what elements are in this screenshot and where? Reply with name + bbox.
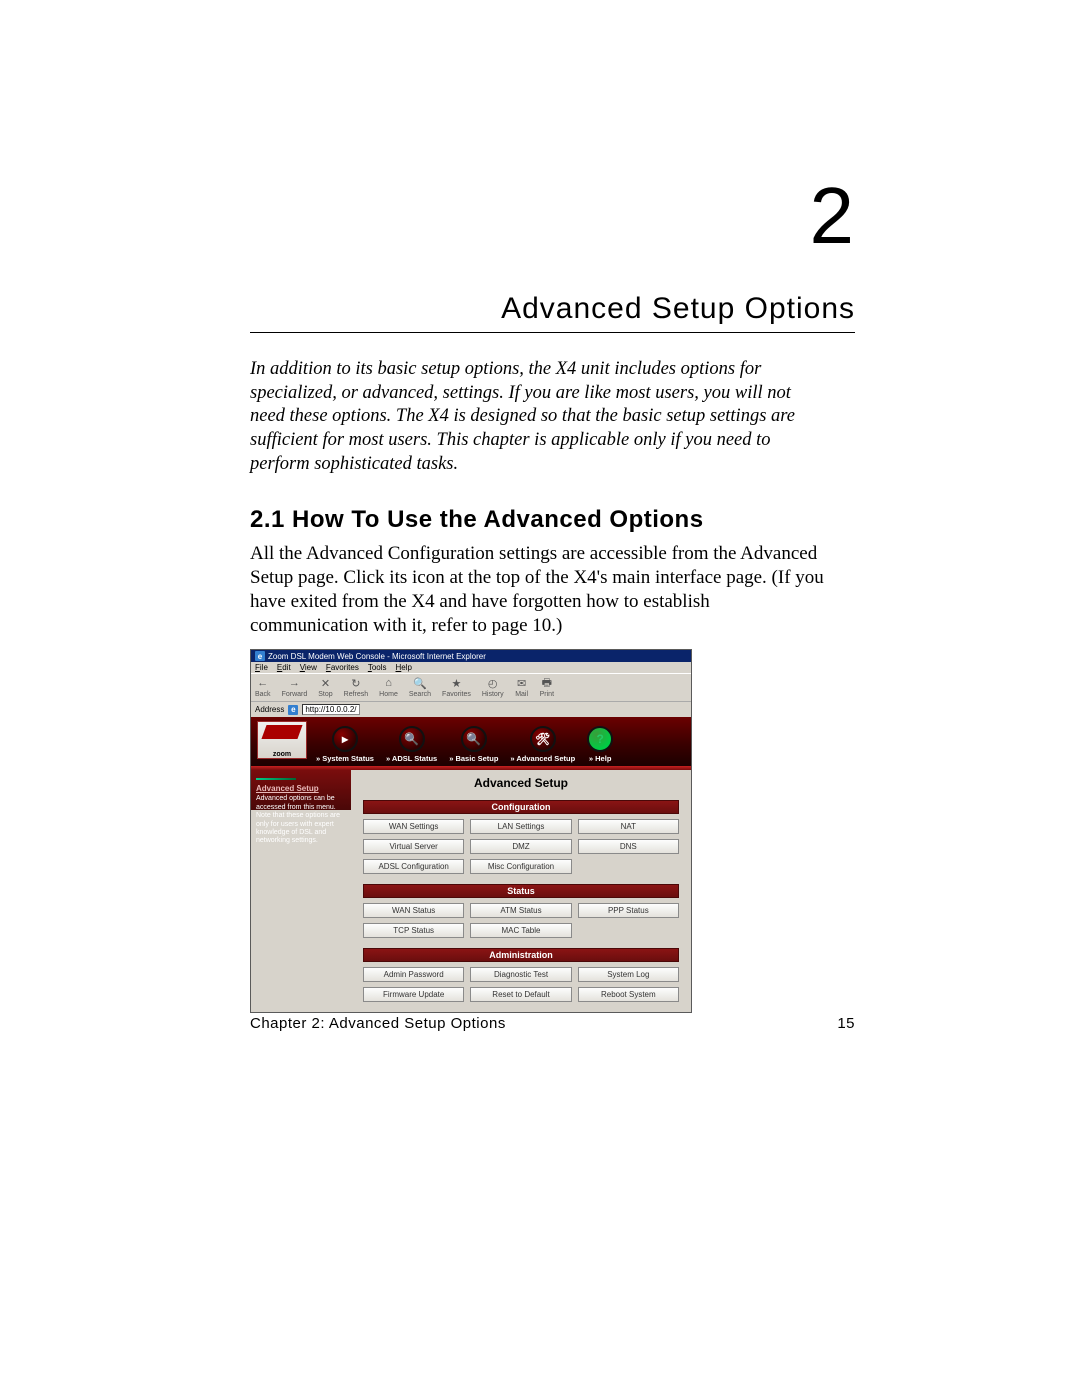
wan-settings-button[interactable]: WAN Settings [363,819,464,834]
menu-item[interactable]: Tools [368,663,387,672]
toolbar-stop-button[interactable]: ✕Stop [318,676,332,698]
atm-status-button[interactable]: ATM Status [470,903,571,918]
window-title: Zoom DSL Modem Web Console - Microsoft I… [268,652,486,661]
group-header: Configuration [363,800,679,814]
misc-configuration-button[interactable]: Misc Configuration [470,859,571,874]
menu-item[interactable]: Favorites [326,663,359,672]
ppp-status-button[interactable]: PPP Status [578,903,679,918]
stop-icon: ✕ [318,676,332,690]
button-row: Admin Password Diagnostic Test System Log [363,967,679,982]
toolbar-forward-button[interactable]: →Forward [282,676,308,698]
reset-to-default-button[interactable]: Reset to Default [470,987,571,1002]
address-label: Address [255,705,284,714]
adsl-configuration-button[interactable]: ADSL Configuration [363,859,464,874]
tcp-status-button[interactable]: TCP Status [363,923,464,938]
button-row: Firmware Update Reset to Default Reboot Sy… [363,987,679,1002]
panel-title: Advanced Setup [363,776,679,790]
toolbar-history-button[interactable]: ◴History [482,676,504,698]
sidebar: Advanced Setup Advanced options can be a… [251,770,351,1012]
toolbar-print-button[interactable]: 🖶Print [540,676,554,698]
sidebar-title: Advanced Setup [256,784,346,793]
button-row: TCP Status MAC Table [363,923,679,938]
forward-icon: → [287,676,301,690]
chapter-intro: In addition to its basic setup options, … [250,358,795,476]
ie-toolbar: ←Back →Forward ✕Stop ↻Refresh ⌂Home 🔍Search ★F… [251,673,691,701]
menu-item[interactable]: Edit [277,663,291,672]
dmz-button[interactable]: DMZ [470,839,571,854]
history-icon: ◴ [486,676,500,690]
modem-web-console: zoom ▸» System Status🔍» ADSL Status🔍» Ba… [251,717,691,1012]
menu-item[interactable]: Help [396,663,412,672]
document-page: 2 Advanced Setup Options In addition to … [0,0,1080,1397]
toolbar-search-button[interactable]: 🔍Search [409,676,431,698]
toolbar-back-button[interactable]: ←Back [255,676,271,698]
system-log-button[interactable]: System Log [578,967,679,982]
back-icon: ← [256,676,270,690]
zoom-logo: zoom [257,721,307,759]
button-row: ADSL Configuration Misc Configuration [363,859,679,874]
ie-logo-icon: e [255,651,265,661]
nav---basic-setup[interactable]: 🔍» Basic Setup [446,726,501,763]
button-row: Virtual Server DMZ DNS [363,839,679,854]
ie-address-bar: Address e http://10.0.0.2/ [251,701,691,717]
toolbar-favorites-button[interactable]: ★Favorites [442,676,471,698]
toolbar-refresh-button[interactable]: ↻Refresh [344,676,369,698]
content-area: Advanced Setup Advanced options can be a… [251,770,691,1012]
section-body: All the Advanced Configuration settings … [250,542,825,637]
footer-chapter: Chapter 2: Advanced Setup Options [250,1015,506,1032]
diagnostic-test-button[interactable]: Diagnostic Test [470,967,571,982]
wan-status-button[interactable]: WAN Status [363,903,464,918]
mail-icon: ✉ [515,676,529,690]
nav-icon: 🔍 [399,726,425,752]
ie-title-bar: e Zoom DSL Modem Web Console - Microsoft… [251,650,691,662]
address-field[interactable]: http://10.0.0.2/ [302,704,359,715]
refresh-icon: ↻ [349,676,363,690]
button-row: WAN Settings LAN Settings NAT [363,819,679,834]
nav---adsl-status[interactable]: 🔍» ADSL Status [383,726,440,763]
toolbar-home-button[interactable]: ⌂Home [379,676,398,698]
main-panel: Advanced Setup Configuration WAN Settings… [351,770,691,1012]
chapter-number: 2 [250,170,855,262]
home-icon: ⌂ [382,676,396,690]
nav-icon: 🛠 [530,726,556,752]
menu-item[interactable]: View [300,663,317,672]
virtual-server-button[interactable]: Virtual Server [363,839,464,854]
search-icon: 🔍 [413,676,427,690]
ie-logo-icon: e [288,705,298,715]
mac-table-button[interactable]: MAC Table [470,923,571,938]
sidebar-text: Advanced options can be accessed from th… [256,795,346,845]
nav-icon: ▸ [332,726,358,752]
reboot-system-button[interactable]: Reboot System [578,987,679,1002]
nav-icon: 🔍 [461,726,487,752]
ie-menu-bar: File Edit View Favorites Tools Help [251,662,691,673]
accent-line [256,778,296,780]
dns-button[interactable]: DNS [578,839,679,854]
nav---help[interactable]: ?» Help [584,726,616,763]
favorites-icon: ★ [449,676,463,690]
top-nav: zoom ▸» System Status🔍» ADSL Status🔍» Ba… [251,717,691,766]
firmware-update-button[interactable]: Firmware Update [363,987,464,1002]
button-row: WAN Status ATM Status PPP Status [363,903,679,918]
footer-page-number: 15 [837,1015,855,1032]
menu-item[interactable]: File [255,663,268,672]
group-header: Status [363,884,679,898]
print-icon: 🖶 [540,676,554,690]
toolbar-mail-button[interactable]: ✉Mail [515,676,529,698]
nav---advanced-setup[interactable]: 🛠» Advanced Setup [507,726,578,763]
group-header: Administration [363,948,679,962]
chapter-title: Advanced Setup Options [250,292,855,333]
embedded-screenshot: e Zoom DSL Modem Web Console - Microsoft… [250,649,692,1013]
lan-settings-button[interactable]: LAN Settings [470,819,571,834]
nav---system-status[interactable]: ▸» System Status [313,726,377,763]
nav-icon: ? [587,726,613,752]
page-footer: Chapter 2: Advanced Setup Options 15 [250,1015,855,1032]
section-heading: 2.1 How To Use the Advanced Options [250,506,855,534]
nat-button[interactable]: NAT [578,819,679,834]
admin-password-button[interactable]: Admin Password [363,967,464,982]
